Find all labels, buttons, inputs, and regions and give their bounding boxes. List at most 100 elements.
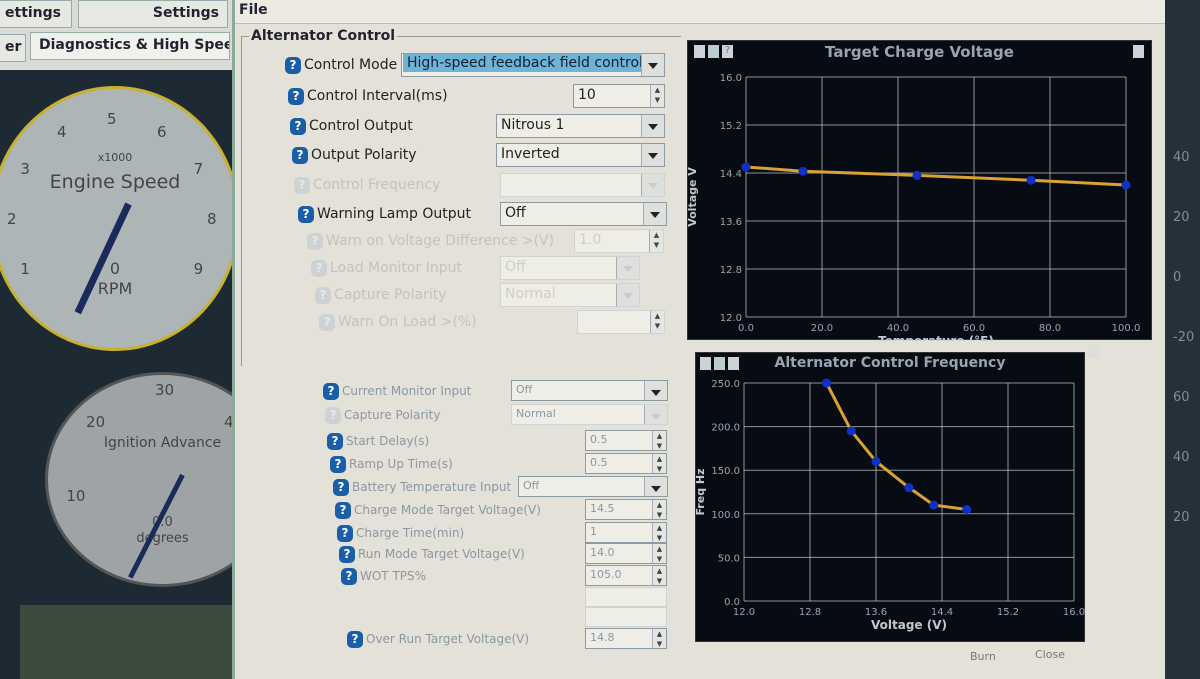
help-icon[interactable]: ? xyxy=(327,432,343,450)
field-label: Warning Lamp Output xyxy=(317,206,471,222)
field-value: 1.0 xyxy=(579,232,602,248)
chart-plot[interactable]: 0.050.0100.0150.0200.0250.012.0 12.8 13.6 1… xyxy=(696,353,1086,643)
spinner-arrows-icon[interactable]: ▲ ▼ xyxy=(652,566,666,585)
spinner-arrows-icon[interactable]: ▲ ▼ xyxy=(652,629,666,648)
spinner-arrows-icon[interactable]: ▲ ▼ xyxy=(650,311,664,333)
over-run-target-voltage-v-spinner[interactable]: 14.8 ▲ ▼ xyxy=(585,628,667,649)
y-axis-label: Voltage V xyxy=(688,167,699,227)
tab-label: ettings xyxy=(5,5,61,21)
row-charge-time-min: ? Charge Time(min) xyxy=(337,522,464,544)
tab-settings-left[interactable]: ettings xyxy=(0,0,72,28)
data-point xyxy=(822,378,831,388)
data-point xyxy=(912,170,922,180)
menu-file[interactable]: File xyxy=(239,2,268,18)
target-charge-voltage-chart: ? Target Charge Voltage 12.0 12.8 13.6 14.4… xyxy=(687,40,1153,341)
field-value: 1 xyxy=(590,525,597,538)
field-label: Control Output xyxy=(309,118,413,134)
chart-plot[interactable]: 12.012.813.614.415.216.00.0 20.0 40.0 60.0 8… xyxy=(688,41,1153,341)
y-tick-label: 12.8 xyxy=(720,265,742,276)
field-label: Charge Mode Target Voltage(V) xyxy=(354,503,541,517)
current-monitor-input-select[interactable]: Off xyxy=(511,380,668,401)
chevron-down-icon xyxy=(648,124,658,130)
burn-button[interactable]: Burn xyxy=(970,650,996,663)
y-tick-label: 250.0 xyxy=(711,379,740,390)
field-value: 14.0 xyxy=(590,546,615,559)
help-icon[interactable]: ? xyxy=(339,545,355,563)
help-icon[interactable]: ? xyxy=(335,501,351,519)
y-tick-label: 13.6 xyxy=(720,217,742,228)
ramp-up-time-s-spinner[interactable]: 0.5 ▲ ▼ xyxy=(585,453,667,474)
close-button[interactable]: Close xyxy=(1035,648,1065,661)
tab-diagnostics-high-speed[interactable]: Diagnostics & High Speed xyxy=(30,32,230,60)
data-point xyxy=(846,426,856,436)
chart-options-icon[interactable] xyxy=(1088,345,1099,358)
gauge-tick-label: 2 xyxy=(7,210,17,228)
data-point xyxy=(798,166,808,176)
spinner-arrows-icon[interactable]: ▲ ▼ xyxy=(650,85,664,107)
row-warn-on-load: ? Warn On Load >(%) xyxy=(319,311,477,333)
chevron-down-icon xyxy=(651,414,661,420)
gauge-tick-label: 7 xyxy=(193,160,204,178)
spinner-arrows-icon[interactable]: ▲ ▼ xyxy=(652,523,666,542)
x-tick-label: 20.0 xyxy=(811,323,833,334)
row-control-output: ? Control Output xyxy=(290,115,413,137)
spinner-arrows-icon[interactable]: ▲ ▼ xyxy=(649,230,663,252)
help-icon[interactable]: ? xyxy=(325,406,341,424)
x-tick-label: 0.0 xyxy=(738,323,754,334)
charge-mode-target-voltage-v-spinner[interactable]: 14.5 ▲ ▼ xyxy=(585,499,667,520)
tab-settings[interactable]: Settings xyxy=(78,0,228,28)
charge-time-min-spinner[interactable]: 1 ▲ ▼ xyxy=(585,522,667,543)
group-title: Alternator Control xyxy=(249,28,398,44)
spinner-arrows-icon[interactable]: ▲ ▼ xyxy=(652,544,666,563)
control-mode-select[interactable]: High-speed feedback field control xyxy=(401,53,665,77)
chevron-down-icon xyxy=(650,212,660,218)
spinner-arrows-icon[interactable]: ▲ ▼ xyxy=(652,454,666,473)
chevron-down-icon xyxy=(651,486,661,492)
spinner-arrows-icon[interactable]: ▲ ▼ xyxy=(652,431,666,450)
help-icon[interactable]: ? xyxy=(347,630,363,648)
help-icon[interactable]: ? xyxy=(285,56,301,74)
help-icon[interactable]: ? xyxy=(311,259,327,277)
field-label: Battery Temperature Input xyxy=(352,480,512,494)
help-icon[interactable]: ? xyxy=(290,117,306,135)
wot-tps-spinner[interactable]: 105.0 ▲ ▼ xyxy=(585,565,667,586)
help-icon[interactable]: ? xyxy=(307,232,323,250)
help-icon[interactable]: ? xyxy=(333,478,349,496)
help-icon[interactable]: ? xyxy=(294,176,310,194)
field-label: Start Delay(s) xyxy=(346,434,430,448)
y-tick-label: 16.0 xyxy=(720,73,742,84)
control-interval-ms-spinner[interactable]: 10 ▲ ▼ xyxy=(573,84,665,108)
help-icon[interactable]: ? xyxy=(319,313,335,331)
gauge-unit: RPM xyxy=(97,279,133,298)
help-icon[interactable]: ? xyxy=(288,87,304,105)
chevron-down-icon xyxy=(648,153,658,159)
data-point xyxy=(741,162,751,172)
data-point xyxy=(962,504,972,514)
field-label: Load Monitor Input xyxy=(330,260,462,276)
x-tick-label: 100.0 xyxy=(1112,323,1141,334)
battery-temperature-input-select[interactable]: Off xyxy=(518,476,668,497)
control-output-select[interactable]: Nitrous 1 xyxy=(496,114,665,138)
tab-label: Diagnostics & High Speed xyxy=(39,37,230,53)
run-mode-target-voltage-v-spinner[interactable]: 14.0 ▲ ▼ xyxy=(585,543,667,564)
spinner-arrows-icon[interactable]: ▲ ▼ xyxy=(652,500,666,519)
help-icon[interactable]: ? xyxy=(341,567,357,585)
data-point xyxy=(1026,175,1036,185)
help-icon[interactable]: ? xyxy=(330,455,346,473)
capture-polarity-select: Normal xyxy=(500,283,640,307)
help-icon[interactable]: ? xyxy=(323,382,339,400)
help-icon[interactable]: ? xyxy=(315,286,331,304)
help-icon[interactable]: ? xyxy=(337,524,353,542)
start-delay-s-spinner[interactable]: 0.5 ▲ ▼ xyxy=(585,430,667,451)
field-label: WOT TPS% xyxy=(360,569,427,583)
tab-partial[interactable]: er xyxy=(0,34,26,62)
help-icon[interactable]: ? xyxy=(298,205,314,223)
field-value: Off xyxy=(505,259,526,275)
warning-lamp-output-select[interactable]: Off xyxy=(500,202,667,226)
help-icon[interactable]: ? xyxy=(292,146,308,164)
row-start-delay-s: ? Start Delay(s) xyxy=(327,430,429,452)
tab-label: er xyxy=(5,39,22,55)
field-value: 0.5 xyxy=(590,456,608,469)
output-polarity-select[interactable]: Inverted xyxy=(496,143,665,167)
main-tab-bar: ettings Settings er Diagnostics & High S… xyxy=(0,0,232,70)
